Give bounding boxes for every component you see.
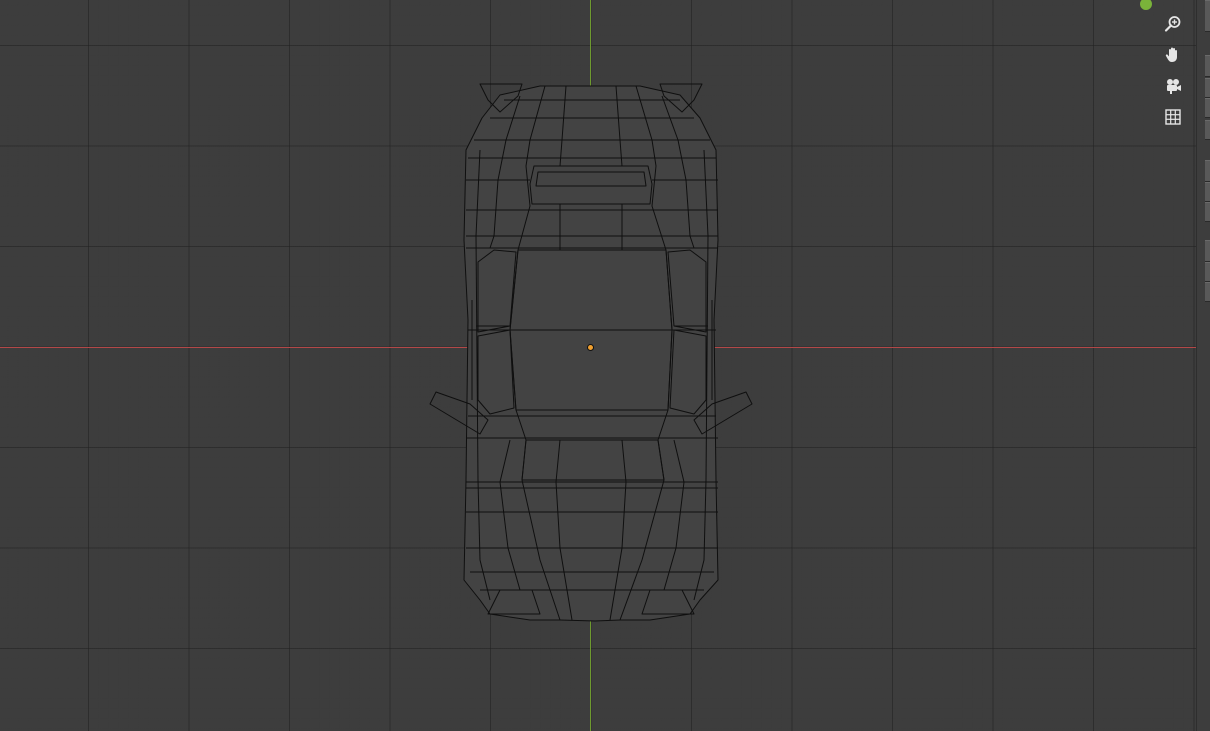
3d-viewport[interactable] — [0, 0, 1210, 731]
zoom-button[interactable] — [1159, 10, 1187, 38]
sidebar-tab[interactable] — [1205, 0, 1210, 32]
camera-view-icon — [1167, 79, 1181, 94]
ortho-grid-icon — [1165, 109, 1181, 125]
sidebar-tab[interactable] — [1205, 55, 1210, 77]
pan-button[interactable] — [1159, 41, 1187, 69]
navigation-gizmo — [1159, 10, 1187, 131]
sidebar-tab[interactable] — [1205, 202, 1210, 222]
sidebar-tab[interactable] — [1205, 98, 1210, 118]
camera-view-button[interactable] — [1159, 72, 1187, 100]
ortho-toggle-button[interactable] — [1159, 103, 1187, 131]
sidebar-tab[interactable] — [1205, 282, 1210, 302]
sidebar-tab[interactable] — [1205, 240, 1210, 262]
sidebar-tab[interactable] — [1205, 120, 1210, 140]
object-origin-dot — [588, 345, 593, 350]
sidebar-tab[interactable] — [1205, 182, 1210, 202]
sidebar-tab[interactable] — [1205, 262, 1210, 282]
zoom-icon — [1164, 16, 1181, 32]
sidebar-tab[interactable] — [1205, 78, 1210, 98]
pan-hand-icon — [1165, 47, 1177, 62]
car-body — [429, 83, 753, 622]
sidebar-tab[interactable] — [1205, 160, 1210, 182]
car-wireframe-mesh[interactable] — [0, 0, 1210, 731]
